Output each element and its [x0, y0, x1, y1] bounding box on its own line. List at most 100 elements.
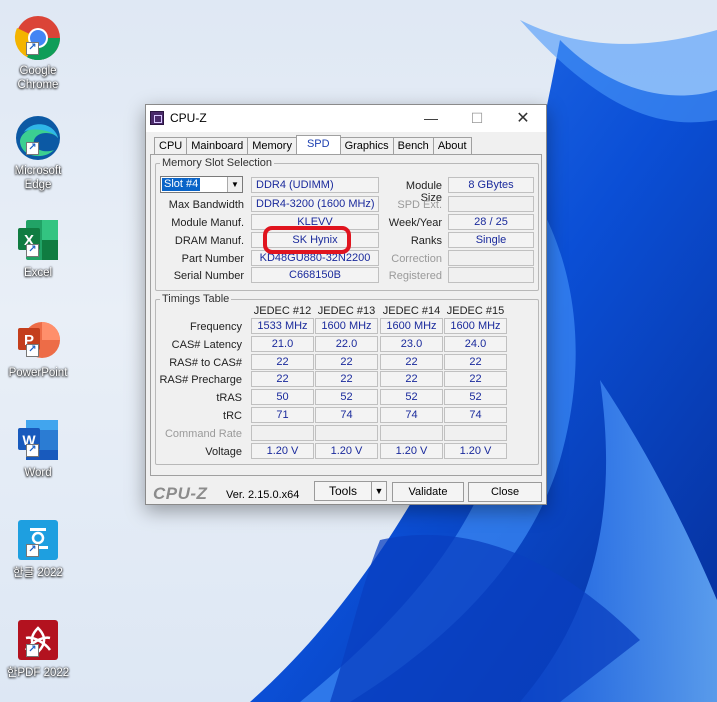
highlight-annotation	[263, 226, 351, 254]
timings-cell: 1.20 V	[315, 443, 378, 459]
close-window-button[interactable]: ✕	[500, 105, 546, 132]
desktop-icon-chrome[interactable]: ↗ Google Chrome	[2, 14, 74, 92]
hanpdf-icon: ↗	[14, 616, 62, 664]
part-number-label: Part Number	[181, 253, 244, 265]
timings-cell: 74	[444, 407, 507, 423]
timings-cell: 1.20 V	[251, 443, 314, 459]
timings-cell: 23.0	[380, 336, 443, 352]
memory-type-value: DDR4 (UDIMM)	[251, 177, 379, 193]
tab-spd[interactable]: SPD	[295, 135, 341, 155]
timings-column-header: JEDEC #15	[446, 305, 505, 317]
memory-slot-legend: Memory Slot Selection	[162, 157, 273, 169]
max-bandwidth-value: DDR4-3200 (1600 MHz)	[251, 196, 379, 212]
timings-cell	[380, 425, 443, 441]
timings-cell: 22.0	[315, 336, 378, 352]
timings-row-label: tRC	[223, 410, 242, 422]
timings-cell: 52	[444, 389, 507, 405]
desktop-icon-edge[interactable]: ↗ Microsoft Edge	[2, 114, 74, 192]
desktop-icon-label: Google Chrome	[17, 65, 59, 91]
timings-cell: 1600 MHz	[315, 318, 378, 334]
desktop-icon-label: Microsoft Edge	[14, 165, 62, 191]
week-year-label: Week/Year	[388, 217, 442, 229]
timings-row-label: Voltage	[205, 446, 242, 458]
window-title: CPU-Z	[170, 111, 207, 125]
desktop-icon-hangul[interactable]: ↗ 한글 2022	[2, 516, 74, 580]
timings-cell: 22	[444, 371, 507, 387]
desktop-icon-powerpoint[interactable]: P ↗ PowerPoint	[2, 316, 74, 380]
desktop-icon-label: Word	[24, 467, 52, 479]
timings-row-label: RAS# Precharge	[159, 374, 242, 386]
timings-cell	[251, 425, 314, 441]
timings-row-label: RAS# to CAS#	[169, 357, 242, 369]
word-icon: W ↗	[14, 416, 62, 464]
desktop-icon-label: 한PDF 2022	[6, 667, 70, 679]
module-size-value: 8 GBytes	[448, 177, 534, 193]
timings-cell: 52	[380, 389, 443, 405]
max-bandwidth-label: Max Bandwidth	[168, 199, 244, 211]
correction-label: Correction	[391, 253, 442, 265]
maximize-button[interactable]: ☐	[454, 105, 500, 132]
tools-button[interactable]: Tools	[314, 481, 372, 501]
timings-row-label: Frequency	[190, 321, 242, 333]
tab-cpu[interactable]: CPU	[154, 137, 188, 155]
timings-cell: 52	[315, 389, 378, 405]
timings-cell: 1.20 V	[444, 443, 507, 459]
chevron-down-icon[interactable]: ▼	[227, 177, 242, 192]
timings-cell: 50	[251, 389, 314, 405]
timings-cell: 22	[444, 354, 507, 370]
timings-cell: 1.20 V	[380, 443, 443, 459]
tab-memory[interactable]: Memory	[247, 137, 297, 155]
close-button[interactable]: Close	[468, 482, 542, 502]
timings-cell: 22	[380, 371, 443, 387]
registered-label: Registered	[388, 270, 442, 282]
chevron-down-icon[interactable]: ▼	[371, 481, 387, 501]
desktop-icon-word[interactable]: W ↗ Word	[2, 416, 74, 480]
timings-cell: 1600 MHz	[444, 318, 507, 334]
version-label: Ver. 2.15.0.x64	[226, 489, 300, 501]
dram-manuf-label: DRAM Manuf.	[174, 235, 244, 247]
timings-cell: 1533 MHz	[251, 318, 314, 334]
timings-legend: Timings Table	[162, 293, 230, 305]
desktop-icon-hanpdf[interactable]: ↗ 한PDF 2022	[2, 616, 74, 680]
minimize-button[interactable]: —	[408, 105, 454, 132]
timings-cell: 22	[251, 371, 314, 387]
slot-select-value: Slot #4	[162, 178, 201, 191]
cpuz-app-icon	[150, 111, 164, 125]
correction-value	[448, 250, 534, 266]
cpuz-window: CPU-Z — ☐ ✕ CPU Mainboard Memory SPD Gra…	[145, 104, 547, 505]
timings-cell: 22	[315, 371, 378, 387]
timings-cell: 21.0	[251, 336, 314, 352]
timings-cell: 22	[315, 354, 378, 370]
timings-column-header: JEDEC #14	[382, 305, 441, 317]
slot-select[interactable]: Slot #4 ▼	[160, 176, 243, 193]
cpuz-brand: CPU-Z	[153, 484, 208, 503]
tab-bench[interactable]: Bench	[392, 137, 434, 155]
timings-cell: 24.0	[444, 336, 507, 352]
tab-mainboard[interactable]: Mainboard	[186, 137, 249, 155]
serial-number-value: C668150B	[251, 267, 379, 283]
title-bar[interactable]: CPU-Z — ☐ ✕	[146, 105, 546, 132]
spd-ext-label: SPD Ext.	[397, 199, 442, 211]
spd-ext-value	[448, 196, 534, 212]
timings-cell: 71	[251, 407, 314, 423]
timings-cell: 22	[380, 354, 443, 370]
validate-button[interactable]: Validate	[392, 482, 464, 502]
timings-cell: 22	[251, 354, 314, 370]
tab-about[interactable]: About	[432, 137, 472, 155]
tab-bar: CPU Mainboard Memory SPD Graphics Bench …	[154, 135, 472, 155]
timings-cell: 1600 MHz	[380, 318, 443, 334]
desktop-icon-excel[interactable]: X ↗ Excel	[2, 216, 74, 280]
ranks-value: Single	[448, 232, 534, 248]
desktop-icon-label: PowerPoint	[8, 367, 68, 379]
timings-column-header: JEDEC #12	[253, 305, 312, 317]
serial-number-label: Serial Number	[173, 270, 244, 282]
powerpoint-icon: P ↗	[14, 316, 62, 364]
tab-graphics[interactable]: Graphics	[339, 137, 394, 155]
desktop-icon-label: Excel	[23, 267, 53, 279]
timings-cell	[315, 425, 378, 441]
timings-cell	[444, 425, 507, 441]
module-manuf-label: Module Manuf.	[171, 217, 244, 229]
timings-row-label: CAS# Latency	[171, 339, 242, 351]
registered-value	[448, 267, 534, 283]
timings-row-label: Command Rate	[164, 428, 242, 440]
